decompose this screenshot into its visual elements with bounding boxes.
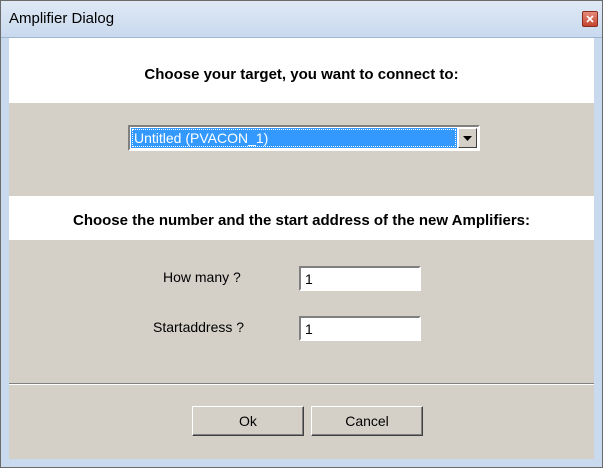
window-frame-left [1,38,9,467]
separator [9,383,594,385]
amplifiers-heading: Choose the number and the start address … [72,212,531,229]
how-many-label: How many ? [163,269,241,285]
window-frame-right [594,38,602,467]
close-icon [586,15,594,23]
close-button[interactable] [582,11,598,27]
start-address-label: Startaddress ? [153,319,245,335]
dialog-body: Choose your target, you want to connect … [9,38,594,459]
window-title: Amplifier Dialog [9,10,115,27]
cancel-button[interactable]: Cancel [311,406,423,436]
ok-button[interactable]: Ok [192,406,304,436]
window-frame-bottom [1,459,602,467]
start-address-input[interactable] [299,316,421,341]
how-many-input[interactable] [299,266,421,291]
target-select-dropdown-button[interactable] [458,128,477,148]
amplifier-dialog: Amplifier Dialog Choose your target, you… [0,0,603,468]
target-heading: Choose your target, you want to connect … [144,66,459,83]
chevron-down-icon [463,129,472,147]
title-bar[interactable]: Amplifier Dialog [1,1,602,38]
target-select-value[interactable]: Untitled (PVACON_1) [131,128,457,148]
target-select[interactable]: Untitled (PVACON_1) [128,125,480,151]
